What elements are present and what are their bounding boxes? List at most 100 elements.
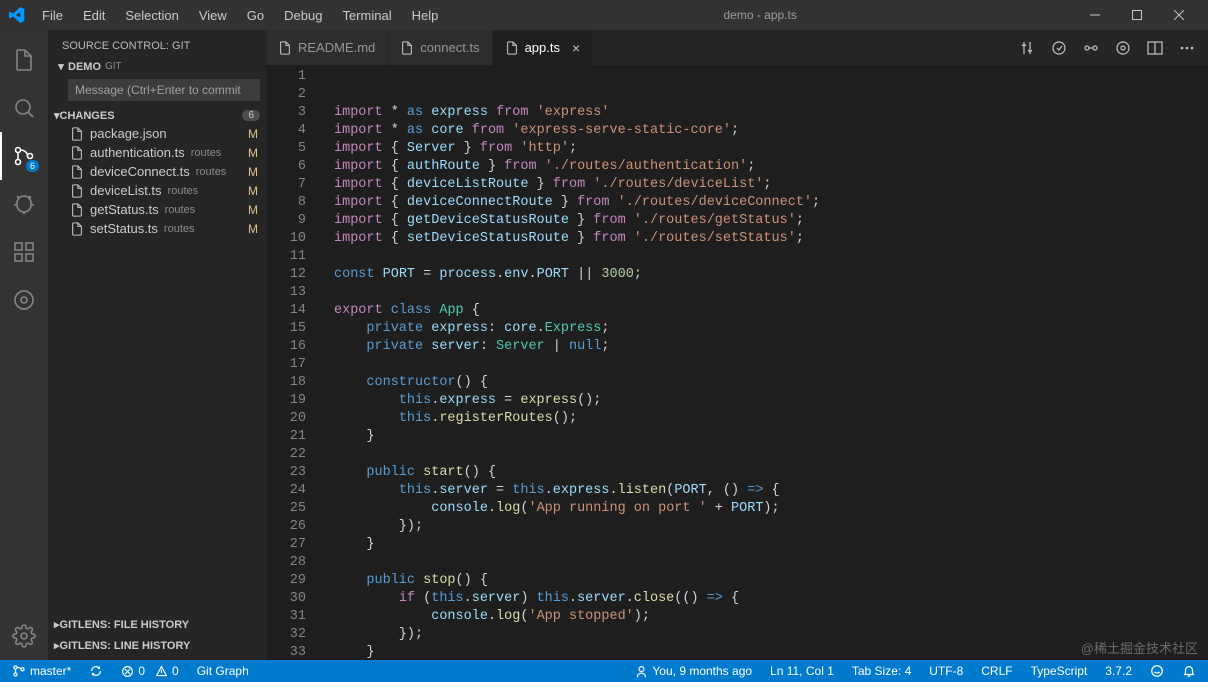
status-eol[interactable]: CRLF [977, 660, 1016, 682]
gitlens-line-history-header[interactable]: ▸ GITLENS: LINE HISTORY [48, 635, 266, 656]
menu-item-help[interactable]: Help [404, 4, 447, 27]
debug-icon[interactable] [0, 180, 48, 228]
repo-provider: GIT [105, 61, 122, 72]
code-area[interactable]: 1234567891011121314151617181920212223242… [266, 65, 1208, 660]
menu-item-debug[interactable]: Debug [276, 4, 330, 27]
file-dir: routes [164, 223, 195, 235]
changed-file[interactable]: getStatus.ts routes M [48, 200, 266, 219]
toggle-blame-icon[interactable] [1114, 39, 1132, 57]
changes-header[interactable]: ▾ CHANGES 6 [48, 107, 266, 124]
file-name: deviceList.ts [90, 183, 162, 198]
status-blame[interactable]: You, 9 months ago [631, 660, 756, 682]
menu-item-edit[interactable]: Edit [75, 4, 113, 27]
titlebar: FileEditSelectionViewGoDebugTerminalHelp… [0, 0, 1208, 30]
tab-README-md[interactable]: README.md [266, 30, 388, 65]
menu-item-file[interactable]: File [34, 4, 71, 27]
open-changes-icon[interactable] [1050, 39, 1068, 57]
menu-item-go[interactable]: Go [239, 4, 272, 27]
source-control-icon[interactable]: 6 [0, 132, 48, 180]
file-dir: routes [165, 204, 196, 216]
file-status: M [248, 222, 260, 236]
file-status: M [248, 127, 260, 141]
status-lncol[interactable]: Ln 11, Col 1 [766, 660, 838, 682]
search-icon[interactable] [0, 84, 48, 132]
file-icon [278, 41, 292, 55]
split-editor-icon[interactable] [1146, 39, 1164, 57]
vscode-logo-icon [8, 6, 26, 24]
file-icon [70, 222, 84, 236]
file-status: M [248, 184, 260, 198]
file-name: setStatus.ts [90, 221, 158, 236]
commit-message-input[interactable] [68, 79, 260, 101]
editor-actions [1006, 30, 1208, 65]
tab-label: app.ts [525, 40, 560, 55]
tab-bar: README.md connect.ts app.ts × [266, 30, 1208, 65]
close-button[interactable] [1158, 0, 1200, 30]
changed-file[interactable]: setStatus.ts routes M [48, 219, 266, 238]
status-sync[interactable] [85, 660, 107, 682]
tab-app-ts[interactable]: app.ts × [493, 30, 594, 65]
status-bar: master* 0 0 Git Graph You, 9 months ago … [0, 660, 1208, 682]
file-icon [70, 184, 84, 198]
minimize-button[interactable] [1074, 0, 1116, 30]
more-actions-icon[interactable] [1178, 39, 1196, 57]
gitlens-icon[interactable] [0, 276, 48, 324]
changed-file[interactable]: package.json M [48, 124, 266, 143]
commit-message-wrapper [68, 79, 260, 101]
changed-file[interactable]: deviceList.ts routes M [48, 181, 266, 200]
tab-connect-ts[interactable]: connect.ts [388, 30, 492, 65]
status-tabsize[interactable]: Tab Size: 4 [848, 660, 915, 682]
compare-changes-icon[interactable] [1018, 39, 1036, 57]
file-name: package.json [90, 126, 167, 141]
changed-file[interactable]: authentication.ts routesM [48, 143, 266, 162]
menu-item-terminal[interactable]: Terminal [334, 4, 399, 27]
file-name: deviceConnect.ts [90, 164, 190, 179]
file-icon [70, 203, 84, 217]
revision-nav-icon[interactable] [1082, 39, 1100, 57]
chevron-down-icon: ▾ [54, 60, 68, 73]
file-dir: routes [191, 147, 222, 159]
window-controls [1074, 0, 1200, 30]
explorer-icon[interactable] [0, 36, 48, 84]
file-dir: routes [196, 166, 227, 178]
changes-count: 6 [242, 110, 260, 121]
menu-bar: FileEditSelectionViewGoDebugTerminalHelp [34, 4, 446, 27]
changed-file[interactable]: deviceConnect.ts routes M [48, 162, 266, 181]
file-icon [505, 41, 519, 55]
file-icon [400, 41, 414, 55]
maximize-button[interactable] [1116, 0, 1158, 30]
tab-label: README.md [298, 40, 375, 55]
status-branch[interactable]: master* [8, 660, 75, 682]
gitlens-file-history-header[interactable]: ▸ GITLENS: FILE HISTORY [48, 614, 266, 635]
file-dir: routes [168, 185, 199, 197]
window-title: demo - app.ts [446, 8, 1074, 22]
repo-name: DEMO [68, 61, 101, 73]
status-ts-version[interactable]: 3.7.2 [1101, 660, 1136, 682]
close-icon[interactable]: × [572, 41, 580, 55]
activity-bar: 6 [0, 30, 48, 660]
code-content[interactable]: import * as express from 'express'import… [322, 65, 1208, 660]
status-gitgraph[interactable]: Git Graph [193, 660, 253, 682]
status-feedback-icon[interactable] [1146, 660, 1168, 682]
settings-gear-icon[interactable] [0, 612, 48, 660]
line-gutter: 1234567891011121314151617181920212223242… [266, 65, 322, 660]
file-name: getStatus.ts [90, 202, 159, 217]
status-language[interactable]: TypeScript [1027, 660, 1092, 682]
changes-label: CHANGES [60, 110, 115, 122]
file-icon [70, 146, 84, 160]
file-status: M [248, 146, 260, 160]
sidebar: SOURCE CONTROL: GIT ▾ DEMO GIT ▾ CHANGES… [48, 30, 266, 660]
status-problems[interactable]: 0 0 [117, 660, 182, 682]
menu-item-view[interactable]: View [191, 4, 235, 27]
file-status: M [248, 203, 260, 217]
scm-badge: 6 [26, 160, 39, 172]
file-icon [70, 165, 84, 179]
repo-header[interactable]: ▾ DEMO GIT [48, 58, 266, 75]
status-encoding[interactable]: UTF-8 [925, 660, 967, 682]
status-bell-icon[interactable] [1178, 660, 1200, 682]
sidebar-title: SOURCE CONTROL: GIT [48, 30, 266, 58]
file-status: M [248, 165, 260, 179]
menu-item-selection[interactable]: Selection [117, 4, 186, 27]
tab-label: connect.ts [420, 40, 479, 55]
extensions-icon[interactable] [0, 228, 48, 276]
